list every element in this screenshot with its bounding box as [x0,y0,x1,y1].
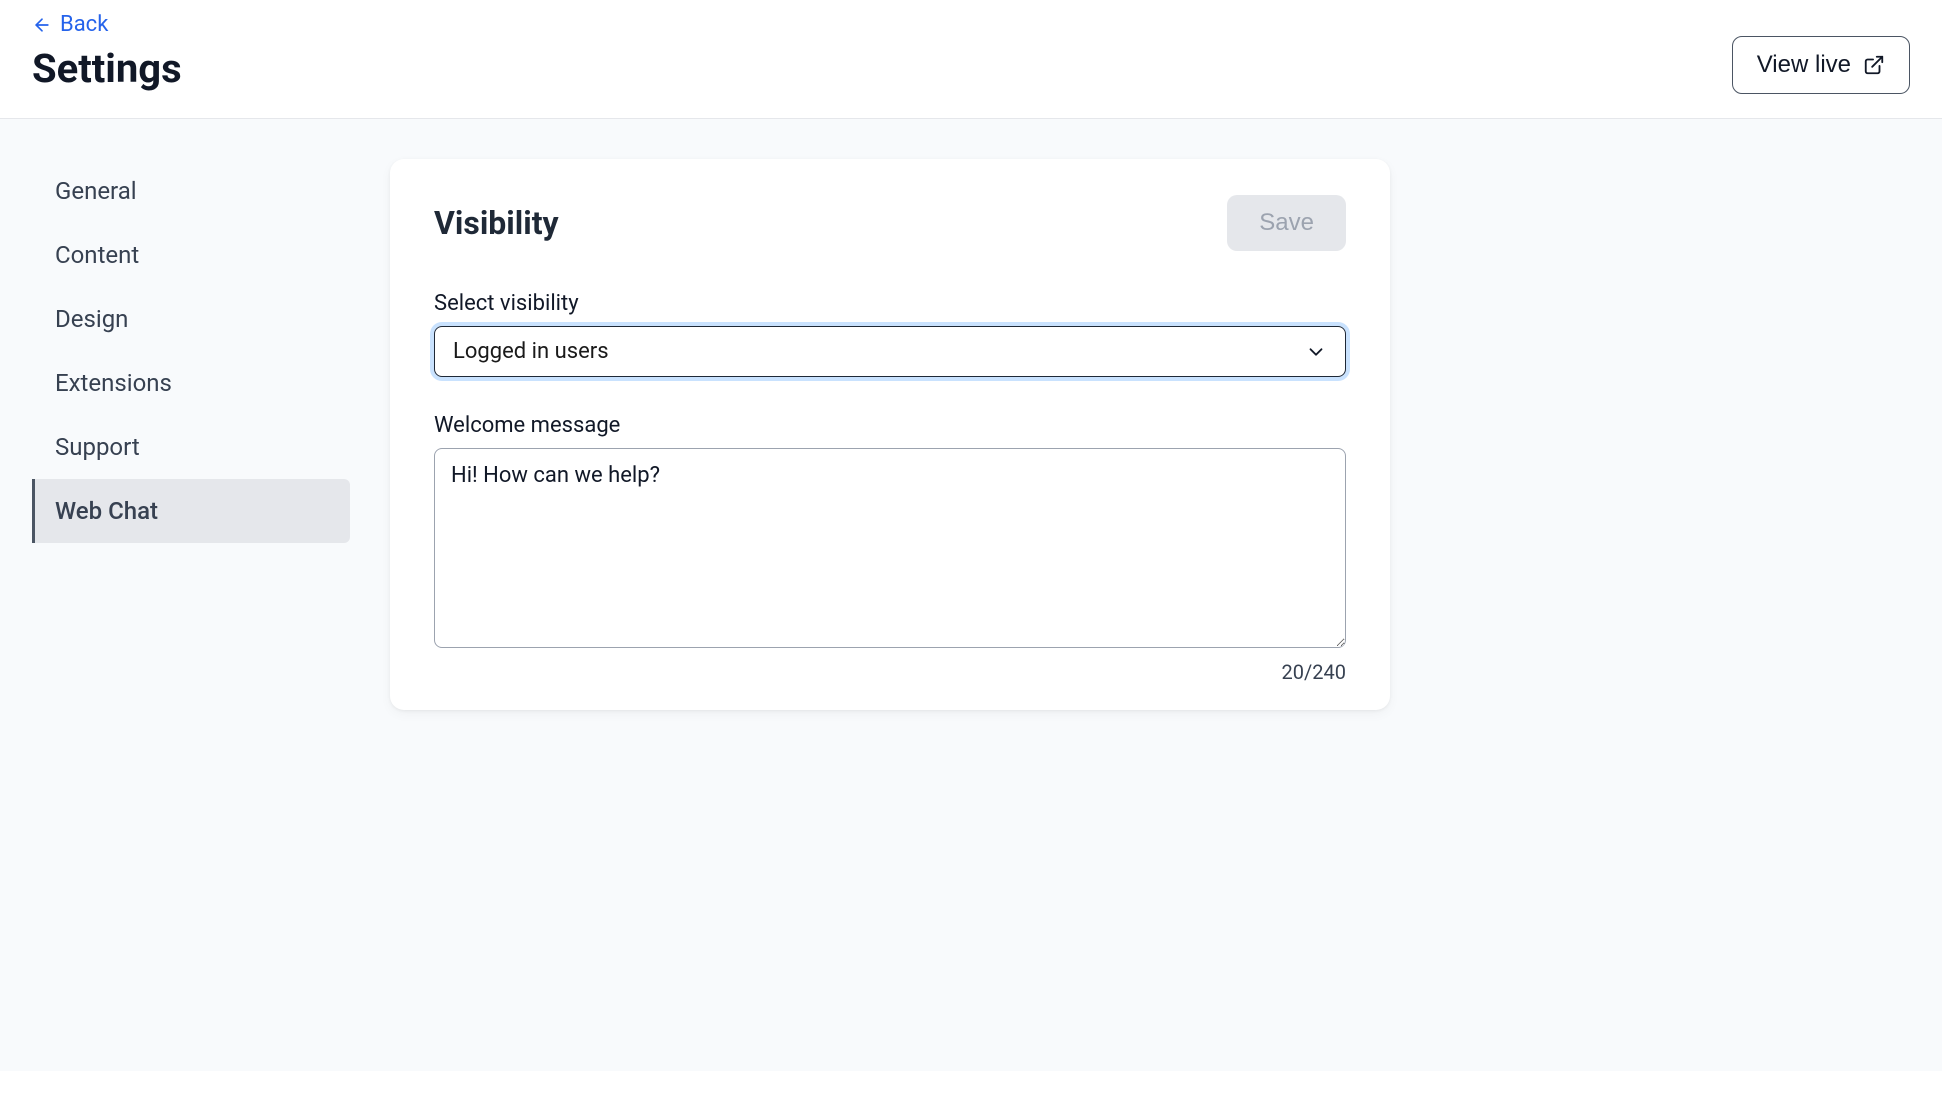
header-left: Back Settings [32,12,182,92]
content-area: General Content Design Extensions Suppor… [0,119,1942,1071]
save-button[interactable]: Save [1227,195,1346,251]
card-title: Visibility [434,204,559,242]
sidebar-item-label: Design [55,305,128,333]
arrow-left-icon [32,15,52,35]
view-live-label: View live [1757,51,1851,79]
sidebar-item-label: Content [55,241,139,269]
welcome-field-group: Welcome message 20/240 [434,413,1346,684]
visibility-value: Logged in users [453,339,609,364]
external-link-icon [1863,54,1885,76]
sidebar-item-label: Extensions [55,369,172,397]
visibility-card: Visibility Save Select visibility Logged… [390,159,1390,710]
view-live-button[interactable]: View live [1732,36,1910,94]
sidebar-item-label: General [55,177,137,205]
sidebar-item-extensions[interactable]: Extensions [32,351,350,415]
card-header: Visibility Save [434,195,1346,251]
sidebar-item-design[interactable]: Design [32,287,350,351]
sidebar-item-label: Support [55,433,140,461]
sidebar-item-label: Web Chat [55,497,158,525]
sidebar-item-support[interactable]: Support [32,415,350,479]
chevron-down-icon [1305,341,1327,363]
visibility-select-wrapper: Logged in users [434,326,1346,377]
sidebar-item-content[interactable]: Content [32,223,350,287]
back-link[interactable]: Back [32,12,108,37]
char-counter: 20/240 [434,660,1346,684]
visibility-select[interactable]: Logged in users [435,327,1345,376]
back-label: Back [60,12,108,37]
sidebar-item-web-chat[interactable]: Web Chat [32,479,350,543]
page-title: Settings [32,45,182,92]
visibility-field-group: Select visibility Logged in users [434,291,1346,377]
welcome-label: Welcome message [434,413,1346,438]
sidebar-item-general[interactable]: General [32,159,350,223]
visibility-label: Select visibility [434,291,1346,316]
settings-sidebar: General Content Design Extensions Suppor… [0,159,350,543]
page-header: Back Settings View live [0,0,1942,119]
welcome-message-input[interactable] [434,448,1346,648]
